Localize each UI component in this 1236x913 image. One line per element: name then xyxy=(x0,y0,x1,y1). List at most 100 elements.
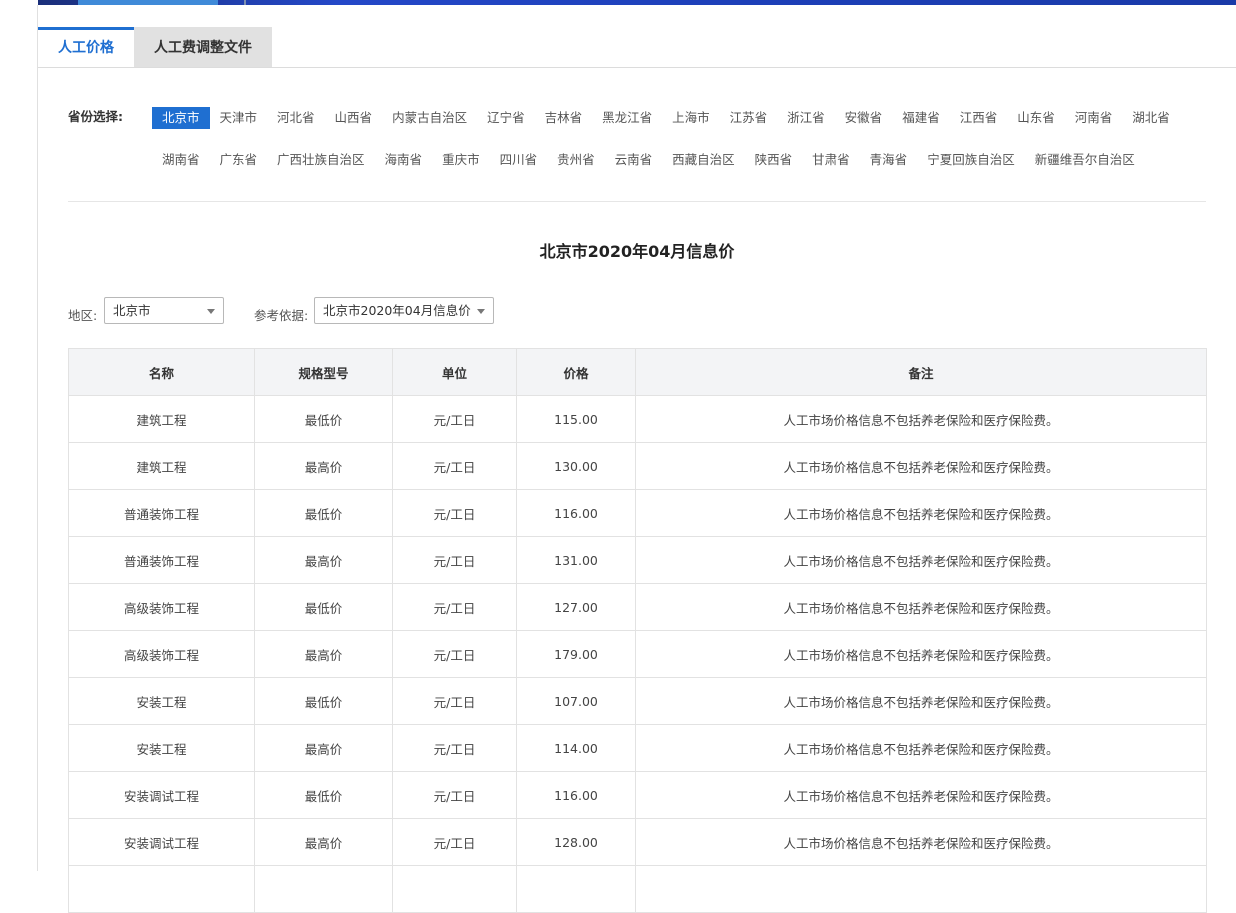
table-row: 高级装饰工程 最低价 元/工日 127.00 人工市场价格信息不包括养老保险和医疗保险费… xyxy=(68,583,1207,631)
section-divider xyxy=(68,201,1206,202)
province-option[interactable]: 湖北省 xyxy=(1122,107,1180,129)
province-option[interactable]: 江苏省 xyxy=(720,107,778,129)
cell-name: 建筑工程 xyxy=(68,395,255,443)
province-option[interactable]: 内蒙古自治区 xyxy=(382,107,477,129)
province-option[interactable]: 河北省 xyxy=(267,107,325,129)
region-select[interactable]: 北京市 xyxy=(104,297,224,324)
tab-bar: 人工价格 人工费调整文件 xyxy=(38,27,1236,68)
reference-select-value: 北京市2020年04月信息价 xyxy=(323,303,471,318)
cell-remark: 人工市场价格信息不包括养老保险和医疗保险费。 xyxy=(635,442,1207,490)
cell-price: 128.00 xyxy=(516,818,636,866)
cell-spec: 最高价 xyxy=(254,536,393,584)
cell-spec xyxy=(254,865,393,913)
cell-spec: 最低价 xyxy=(254,677,393,725)
province-option[interactable]: 青海省 xyxy=(860,149,918,171)
cell-spec: 最低价 xyxy=(254,771,393,819)
province-option[interactable]: 安徽省 xyxy=(835,107,893,129)
banner-separator xyxy=(244,0,246,5)
cell-unit: 元/工日 xyxy=(392,583,517,631)
province-option[interactable]: 重庆市 xyxy=(432,149,490,171)
province-option[interactable]: 浙江省 xyxy=(777,107,835,129)
province-list-row-1: 北京市 天津市 河北省 山西省 内蒙古自治区 辽宁省 吉林省 黑龙江省 上海市 江苏省 浙江省 安徽省… xyxy=(152,107,1180,129)
cell-price: 115.00 xyxy=(516,395,636,443)
cell-remark: 人工市场价格信息不包括养老保险和医疗保险费。 xyxy=(635,630,1207,678)
cell-spec: 最高价 xyxy=(254,818,393,866)
province-option[interactable]: 河南省 xyxy=(1065,107,1123,129)
table-row: 建筑工程 最高价 元/工日 130.00 人工市场价格信息不包括养老保险和医疗保险费。 xyxy=(68,442,1207,490)
table-row: 安装调试工程 最低价 元/工日 116.00 人工市场价格信息不包括养老保险和医疗保险费… xyxy=(68,771,1207,819)
province-option[interactable]: 山东省 xyxy=(1007,107,1065,129)
cell-name: 安装工程 xyxy=(68,677,255,725)
table-row: 安装工程 最低价 元/工日 107.00 人工市场价格信息不包括养老保险和医疗保险费。 xyxy=(68,677,1207,725)
column-header-price: 价格 xyxy=(516,348,636,396)
table-row: 普通装饰工程 最高价 元/工日 131.00 人工市场价格信息不包括养老保险和医疗保险费… xyxy=(68,536,1207,584)
cell-unit xyxy=(392,865,517,913)
tab-labor-adjustment-docs[interactable]: 人工费调整文件 xyxy=(134,27,272,67)
cell-price: 116.00 xyxy=(516,489,636,537)
cell-remark: 人工市场价格信息不包括养老保险和医疗保险费。 xyxy=(635,677,1207,725)
cell-name: 普通装饰工程 xyxy=(68,489,255,537)
cell-unit: 元/工日 xyxy=(392,677,517,725)
province-option[interactable]: 湖南省 xyxy=(152,149,210,171)
chevron-down-icon xyxy=(207,309,215,314)
province-option[interactable]: 福建省 xyxy=(892,107,950,129)
cell-remark: 人工市场价格信息不包括养老保险和医疗保险费。 xyxy=(635,724,1207,772)
table-row: 高级装饰工程 最高价 元/工日 179.00 人工市场价格信息不包括养老保险和医疗保险费… xyxy=(68,630,1207,678)
cell-name: 安装工程 xyxy=(68,724,255,772)
province-option[interactable]: 海南省 xyxy=(375,149,433,171)
top-banner xyxy=(38,0,1236,5)
province-option[interactable]: 辽宁省 xyxy=(477,107,535,129)
province-option[interactable]: 陕西省 xyxy=(745,149,803,171)
province-option[interactable]: 西藏自治区 xyxy=(662,149,745,171)
cell-unit: 元/工日 xyxy=(392,442,517,490)
province-option[interactable]: 广东省 xyxy=(210,149,268,171)
cell-unit: 元/工日 xyxy=(392,630,517,678)
region-filter-label: 地区: xyxy=(68,308,98,323)
cell-remark: 人工市场价格信息不包括养老保险和医疗保险费。 xyxy=(635,583,1207,631)
province-option[interactable]: 黑龙江省 xyxy=(592,107,662,129)
cell-name: 高级装饰工程 xyxy=(68,583,255,631)
table-row: 普通装饰工程 最低价 元/工日 116.00 人工市场价格信息不包括养老保险和医疗保险费… xyxy=(68,489,1207,537)
column-header-remark: 备注 xyxy=(635,348,1207,396)
cell-remark: 人工市场价格信息不包括养老保险和医疗保险费。 xyxy=(635,395,1207,443)
province-option[interactable]: 宁夏回族自治区 xyxy=(917,149,1025,171)
page-title: 北京市2020年04月信息价 xyxy=(539,242,735,261)
reference-select[interactable]: 北京市2020年04月信息价 xyxy=(314,297,494,324)
cell-name: 安装调试工程 xyxy=(68,818,255,866)
province-option[interactable]: 新疆维吾尔自治区 xyxy=(1025,149,1145,171)
province-option[interactable]: 甘肃省 xyxy=(802,149,860,171)
province-option[interactable]: 四川省 xyxy=(490,149,548,171)
province-option[interactable]: 云南省 xyxy=(605,149,663,171)
cell-remark: 人工市场价格信息不包括养老保险和医疗保险费。 xyxy=(635,536,1207,584)
cell-price: 127.00 xyxy=(516,583,636,631)
cell-remark: 人工市场价格信息不包括养老保险和医疗保险费。 xyxy=(635,818,1207,866)
column-header-spec: 规格型号 xyxy=(254,348,393,396)
banner-logo-glow xyxy=(78,0,218,5)
province-list-row-2: 湖南省 广东省 广西壮族自治区 海南省 重庆市 四川省 贵州省 云南省 西藏自治区 陕西省 甘肃省青… xyxy=(152,149,1145,171)
cell-price: 130.00 xyxy=(516,442,636,490)
table-row xyxy=(68,865,1207,913)
province-option[interactable]: 江西省 xyxy=(950,107,1008,129)
province-option[interactable]: 天津市 xyxy=(210,107,268,129)
province-option[interactable]: 吉林省 xyxy=(535,107,593,129)
province-option[interactable]: 山西省 xyxy=(325,107,383,129)
cell-remark: 人工市场价格信息不包括养老保险和医疗保险费。 xyxy=(635,771,1207,819)
cell-remark xyxy=(635,865,1207,913)
cell-unit: 元/工日 xyxy=(392,395,517,443)
province-option[interactable]: 上海市 xyxy=(662,107,720,129)
cell-unit: 元/工日 xyxy=(392,724,517,772)
region-select-value: 北京市 xyxy=(113,303,151,318)
province-option[interactable]: 贵州省 xyxy=(547,149,605,171)
cell-name: 高级装饰工程 xyxy=(68,630,255,678)
table-row: 安装调试工程 最高价 元/工日 128.00 人工市场价格信息不包括养老保险和医疗保险费… xyxy=(68,818,1207,866)
province-option[interactable]: 北京市 xyxy=(152,107,210,129)
province-option[interactable]: 广西壮族自治区 xyxy=(267,149,375,171)
tab-labor-price[interactable]: 人工价格 xyxy=(38,27,134,67)
column-header-unit: 单位 xyxy=(392,348,517,396)
cell-spec: 最高价 xyxy=(254,442,393,490)
cell-price: 114.00 xyxy=(516,724,636,772)
cell-name: 安装调试工程 xyxy=(68,771,255,819)
table-row: 建筑工程 最低价 元/工日 115.00 人工市场价格信息不包括养老保险和医疗保险费。 xyxy=(68,395,1207,443)
cell-spec: 最低价 xyxy=(254,489,393,537)
cell-spec: 最高价 xyxy=(254,630,393,678)
